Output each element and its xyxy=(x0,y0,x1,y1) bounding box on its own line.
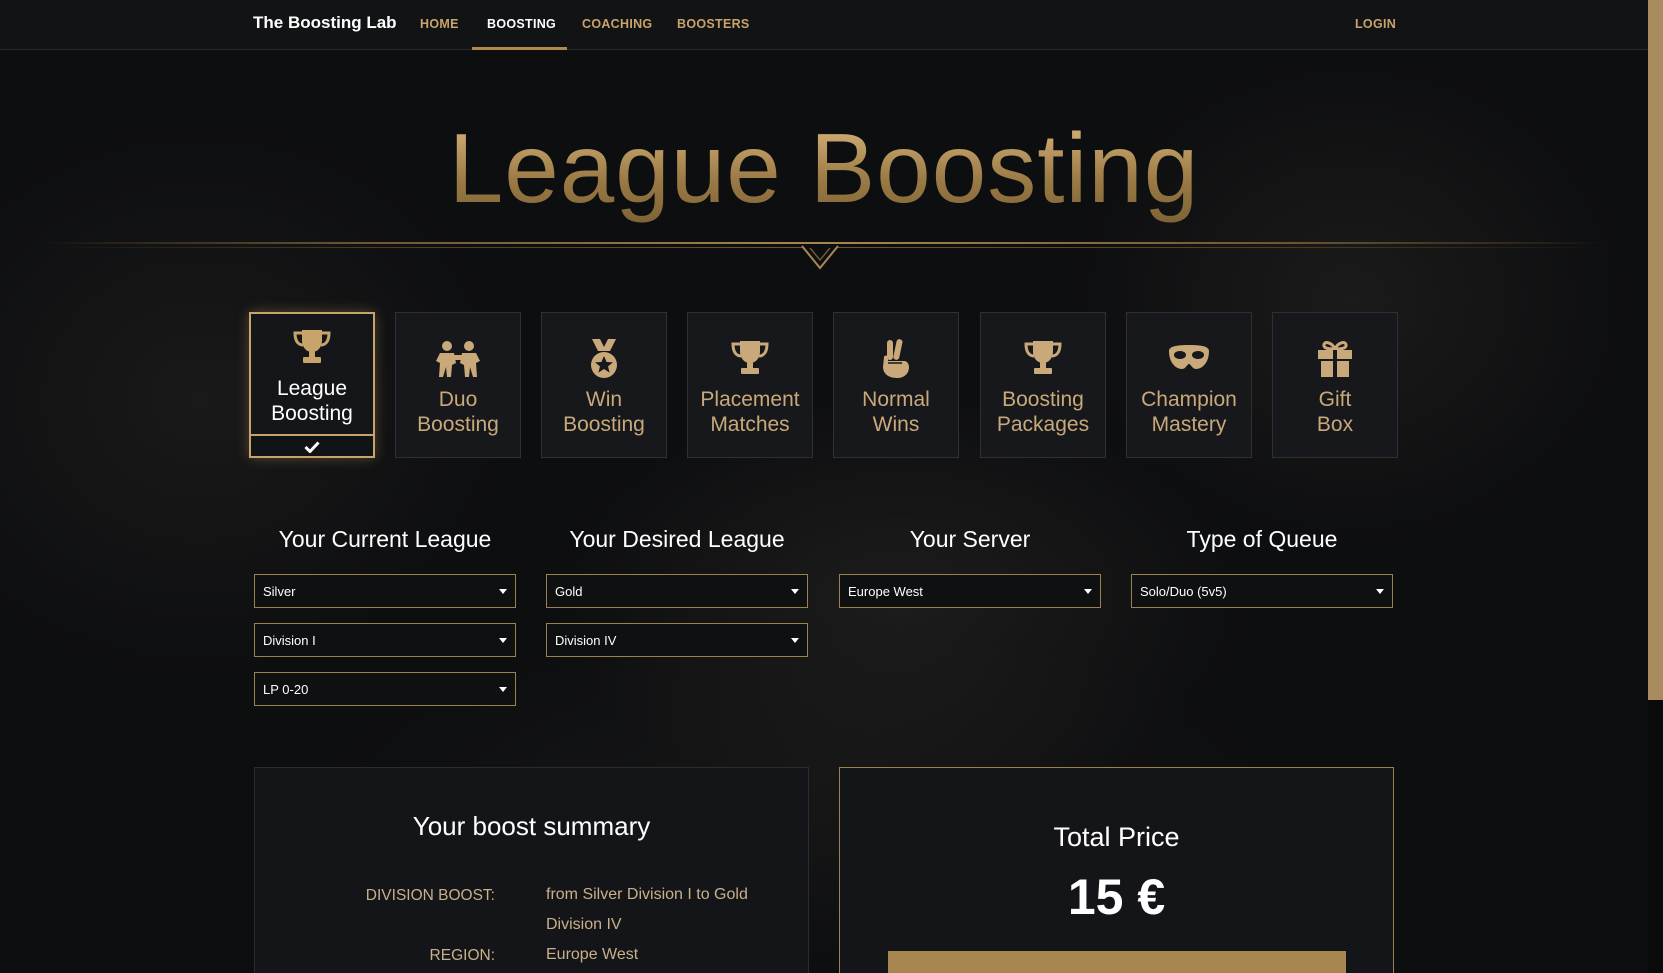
caret-down-icon xyxy=(791,638,799,643)
desired-league-title: Your Desired League xyxy=(569,526,785,552)
service-card-league-boosting[interactable]: League Boosting xyxy=(249,312,375,458)
caret-down-icon xyxy=(1084,589,1092,594)
trophy-icon xyxy=(981,339,1105,379)
service-card-placement-matches[interactable]: Placement Matches xyxy=(687,312,813,458)
service-card-label: Boosting Packages xyxy=(996,388,1090,436)
nav-link-boosters[interactable]: BOOSTERS xyxy=(677,17,750,31)
service-card-boosting-packages[interactable]: Boosting Packages xyxy=(980,312,1106,458)
nav-link-boosting[interactable]: BOOSTING xyxy=(487,17,556,31)
duo-players-icon xyxy=(396,339,520,379)
trophy-icon xyxy=(251,328,373,368)
service-card-label: Normal Wins xyxy=(862,388,930,436)
summary-title: Your boost summary xyxy=(412,811,651,841)
current-lp-select[interactable]: LP 0-20 xyxy=(254,672,516,706)
total-price-label: Total Price xyxy=(1053,822,1180,852)
service-card-label: Champion Mastery xyxy=(1141,388,1237,436)
service-card-normal-wins[interactable]: Normal Wins xyxy=(833,312,959,458)
service-card-duo-boosting[interactable]: Duo Boosting xyxy=(395,312,521,458)
medal-icon xyxy=(542,339,666,379)
caret-down-icon xyxy=(791,589,799,594)
service-card-gift-box[interactable]: Gift Box xyxy=(1272,312,1398,458)
nav-active-indicator xyxy=(472,47,567,50)
region-label: REGION: xyxy=(429,947,495,964)
server-select[interactable]: Europe West xyxy=(839,574,1101,608)
scrollbar-thumb[interactable] xyxy=(1648,0,1663,700)
nav-link-home[interactable]: HOME xyxy=(420,17,459,31)
desired-league-select[interactable]: Gold xyxy=(546,574,808,608)
current-league-title: Your Current League xyxy=(278,526,492,552)
login-link[interactable]: LOGIN xyxy=(1355,17,1396,31)
service-card-label: League Boosting xyxy=(271,377,353,425)
caret-down-icon xyxy=(499,589,507,594)
current-league-select[interactable]: Silver xyxy=(254,574,516,608)
queue-title: Type of Queue xyxy=(1186,526,1338,552)
service-card-champion-mastery[interactable]: Champion Mastery xyxy=(1126,312,1252,458)
trophy-icon xyxy=(688,339,812,379)
peace-hand-icon xyxy=(834,339,958,379)
queue-select[interactable]: Solo/Duo (5v5) xyxy=(1131,574,1393,608)
nav-link-coaching[interactable]: COACHING xyxy=(582,17,652,31)
current-division-select[interactable]: Division I xyxy=(254,623,516,657)
service-card-label: Placement Matches xyxy=(700,388,800,436)
division-boost-value: from Silver Division I to Gold Division … xyxy=(546,886,748,933)
brand-logo[interactable]: The Boosting Lab xyxy=(253,13,397,33)
purchase-button[interactable] xyxy=(888,951,1346,973)
desired-division-select[interactable]: Division IV xyxy=(546,623,808,657)
division-boost-label: DIVISION BOOST: xyxy=(365,887,495,904)
total-price-value: 15 € xyxy=(1067,869,1166,925)
region-value: Europe West xyxy=(546,946,639,963)
caret-down-icon xyxy=(499,687,507,692)
service-card-label: Win Boosting xyxy=(563,388,645,436)
chevron-down-icon xyxy=(800,244,840,276)
caret-down-icon xyxy=(1376,589,1384,594)
selected-check xyxy=(249,434,375,458)
caret-down-icon xyxy=(499,638,507,643)
page-title: League Boosting xyxy=(0,112,1648,225)
service-card-label: Gift Box xyxy=(1316,388,1354,436)
service-card-label: Duo Boosting xyxy=(417,388,499,436)
check-icon xyxy=(304,441,320,453)
mask-icon xyxy=(1127,339,1251,379)
service-card-win-boosting[interactable]: Win Boosting xyxy=(541,312,667,458)
gift-icon xyxy=(1273,339,1397,379)
total-price-panel: Total Price 15 € xyxy=(839,767,1394,973)
boost-summary-panel: Your boost summary DIVISION BOOST: from … xyxy=(254,767,809,973)
top-navbar: The Boosting Lab HOME BOOSTING COACHING … xyxy=(0,0,1648,50)
server-title: Your Server xyxy=(909,526,1031,552)
